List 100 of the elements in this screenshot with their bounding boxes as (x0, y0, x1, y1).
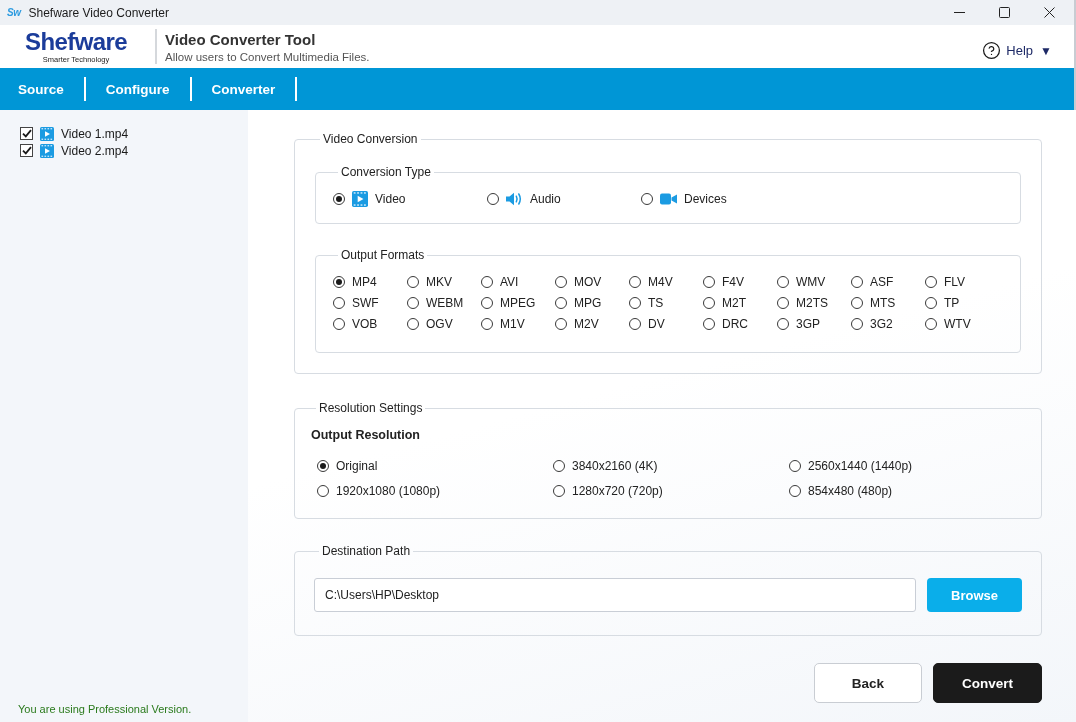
radio-button[interactable] (555, 317, 567, 330)
format-label: AVI (500, 274, 519, 289)
format-label: M2V (574, 316, 599, 331)
radio-button[interactable] (487, 193, 499, 205)
checkbox[interactable] (20, 144, 33, 157)
resolution-label: Original (336, 458, 378, 473)
radio-button[interactable] (333, 317, 345, 330)
conversion-type-label: Audio (530, 192, 561, 206)
format-label: WTV (944, 316, 971, 331)
format-label: TP (944, 295, 960, 310)
film-icon (40, 143, 54, 158)
format-label: DRC (722, 316, 748, 331)
radio-button[interactable] (777, 317, 789, 330)
format-label: 3GP (796, 316, 820, 331)
format-label: MOV (574, 274, 602, 289)
radio-button[interactable] (777, 296, 789, 309)
radio-button[interactable] (407, 317, 419, 330)
format-label: M2T (722, 295, 746, 310)
format-label: MTS (870, 295, 896, 310)
radio-button[interactable] (317, 484, 329, 497)
maximize-icon (999, 7, 1010, 18)
conversion-type-label: Video (375, 192, 406, 206)
format-label: MP4 (352, 274, 377, 289)
checkbox[interactable] (20, 127, 33, 140)
format-label: DV (648, 316, 665, 331)
format-label: WMV (796, 274, 826, 289)
format-label: M4V (648, 274, 673, 289)
resolution-label: 1920x1080 (1080p) (336, 483, 441, 498)
format-label: F4V (722, 274, 744, 289)
radio-button[interactable] (333, 296, 345, 309)
minimize-icon (954, 12, 965, 13)
format-label: M1V (500, 316, 525, 331)
path-input[interactable]: C:\Users\HP\Desktop (314, 578, 916, 612)
radio-button[interactable] (641, 193, 653, 205)
app-subtitle: Allow users to Convert Multimedia Files. (165, 50, 370, 64)
radio-button[interactable] (553, 484, 565, 497)
radio-button[interactable] (407, 296, 419, 309)
resolution-label: 3840x2160 (4K) (572, 458, 658, 473)
format-label: WEBM (426, 295, 464, 310)
radio-button[interactable] (629, 296, 641, 309)
format-label: FLV (944, 274, 966, 289)
film-icon (352, 191, 368, 207)
radio-button[interactable] (333, 193, 345, 205)
group-legend: Resolution Settings (316, 401, 426, 415)
radio-button[interactable] (317, 459, 329, 472)
help-button[interactable]: Help ▼ (982, 41, 1052, 60)
radio-button[interactable] (333, 275, 345, 288)
convert-button[interactable]: Convert (933, 663, 1042, 703)
radio-button[interactable] (629, 275, 641, 288)
file-name[interactable]: Video 1.mp4 (61, 126, 129, 141)
radio-button[interactable] (555, 275, 567, 288)
format-label: SWF (352, 295, 379, 310)
format-label: MPEG (500, 295, 536, 310)
close-icon (1044, 7, 1055, 18)
brand-name: Shefware (25, 29, 127, 54)
output-resolution-heading: Output Resolution (311, 427, 421, 443)
radio-button[interactable] (481, 296, 493, 309)
window-title: Shefware Video Converter (28, 5, 169, 20)
format-label: ASF (870, 274, 894, 289)
radio-button[interactable] (925, 296, 937, 309)
format-label: M2TS (796, 295, 828, 310)
radio-button[interactable] (851, 275, 863, 288)
radio-button[interactable] (703, 317, 715, 330)
file-name[interactable]: Video 2.mp4 (61, 143, 129, 158)
radio-button[interactable] (789, 484, 801, 497)
speaker-icon (506, 192, 523, 206)
radio-button[interactable] (555, 296, 567, 309)
app-logo: Sw (7, 7, 21, 18)
resolution-label: 1280x720 (720p) (572, 483, 663, 498)
format-label: 3G2 (870, 316, 893, 331)
radio-button[interactable] (789, 459, 801, 472)
radio-button[interactable] (481, 275, 493, 288)
group-legend: Video Conversion (320, 132, 421, 146)
film-icon (40, 126, 54, 141)
radio-button[interactable] (481, 317, 493, 330)
conversion-type-label: Devices (684, 192, 727, 206)
radio-button[interactable] (553, 459, 565, 472)
radio-button[interactable] (703, 296, 715, 309)
resolution-label: 854x480 (480p) (808, 483, 893, 498)
radio-button[interactable] (851, 317, 863, 330)
group-legend: Destination Path (319, 544, 414, 558)
app-title: Video Converter Tool (165, 31, 317, 48)
group-legend: Conversion Type (338, 165, 434, 179)
help-icon (982, 41, 1002, 60)
format-label: TS (648, 295, 664, 310)
radio-button[interactable] (851, 296, 863, 309)
radio-button[interactable] (703, 275, 715, 288)
radio-button[interactable] (925, 317, 937, 330)
radio-button[interactable] (629, 317, 641, 330)
format-label: VOB (352, 316, 378, 331)
radio-button[interactable] (925, 275, 937, 288)
radio-button[interactable] (407, 275, 419, 288)
resolution-label: 2560x1440 (1440p) (808, 458, 913, 473)
video-camera-icon (660, 193, 677, 205)
radio-button[interactable] (777, 275, 789, 288)
group-legend: Output Formats (338, 248, 428, 262)
back-button[interactable]: Back (814, 663, 922, 703)
format-label: OGV (426, 316, 453, 331)
version-note: You are using Professional Version. (17, 703, 193, 715)
format-label: MKV (426, 274, 452, 289)
